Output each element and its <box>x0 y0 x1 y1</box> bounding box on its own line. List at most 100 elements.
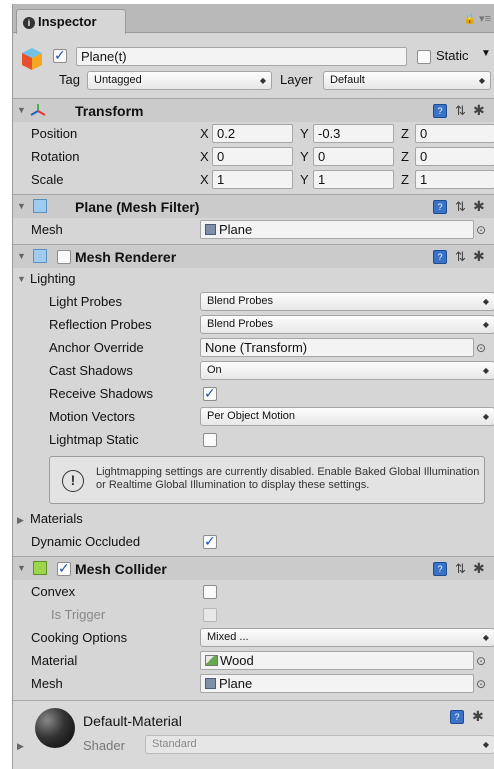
static-checkbox[interactable] <box>417 50 431 64</box>
tab-inspector[interactable]: i Inspector <box>16 9 126 34</box>
object-name-field[interactable]: Plane(t) <box>76 47 407 66</box>
collider-mesh-field[interactable]: Plane <box>200 674 474 693</box>
preset-icon[interactable]: ⇅ <box>455 561 466 577</box>
materials-foldout-icon[interactable]: ▶ <box>17 515 24 526</box>
transform-header[interactable]: ▼ Transform ? ⇅ ✱ <box>13 98 494 122</box>
rotation-x-label[interactable]: X <box>200 149 209 164</box>
is-trigger-checkbox <box>203 608 217 622</box>
mesh-renderer-foldout-icon[interactable]: ▼ <box>17 251 26 261</box>
anchor-override-field[interactable]: None (Transform) <box>200 338 474 357</box>
mesh-filter-icon <box>33 199 47 213</box>
tag-dropdown[interactable]: Untagged ◆ <box>87 71 272 90</box>
mesh-collider-header[interactable]: ▼ Mesh Collider ? ⇅ ✱ <box>13 556 494 580</box>
reflection-probes-dropdown[interactable]: Blend Probes ◆ <box>200 315 494 334</box>
mesh-collider-icon <box>33 561 47 575</box>
tab-inspector-label: Inspector <box>38 14 97 29</box>
gear-icon[interactable]: ✱ <box>472 708 484 725</box>
cube-icon <box>22 48 42 70</box>
tab-menu-icon[interactable]: 🔒 ▾≡ <box>464 12 491 25</box>
cooking-options-dropdown[interactable]: Mixed ... ◆ <box>200 628 494 647</box>
convex-checkbox[interactable] <box>203 585 217 599</box>
position-y-label[interactable]: Y <box>300 126 309 141</box>
dropdown-arrow-icon: ◆ <box>482 412 489 421</box>
position-z-label[interactable]: Z <box>401 126 409 141</box>
gear-icon[interactable]: ✱ <box>473 248 485 265</box>
dynamic-occluded-checkbox[interactable] <box>203 533 217 550</box>
scale-z-field[interactable]: 1 <box>415 170 494 189</box>
gear-icon[interactable]: ✱ <box>473 102 485 119</box>
rotation-x-field[interactable]: 0 <box>212 147 293 166</box>
scale-y-label[interactable]: Y <box>300 172 309 187</box>
object-picker-icon[interactable]: ⊙ <box>476 223 486 237</box>
lightmapping-info-text: Lightmapping settings are currently disa… <box>96 466 480 491</box>
layer-dropdown[interactable]: Default ◆ <box>323 71 491 90</box>
position-z-field[interactable]: 0 <box>415 124 494 143</box>
materials-label[interactable]: Materials <box>30 511 83 526</box>
preset-icon[interactable]: ⇅ <box>455 199 466 215</box>
lock-icon[interactable]: 🔒 <box>464 14 476 25</box>
help-book-icon[interactable]: ? <box>433 200 447 214</box>
mesh-collider-foldout-icon[interactable]: ▼ <box>17 563 26 573</box>
lighting-foldout-icon[interactable]: ▼ <box>17 274 26 284</box>
position-y-field[interactable]: -0.3 <box>313 124 394 143</box>
collider-material-field[interactable]: Wood <box>200 651 474 670</box>
light-probes-value: Blend Probes <box>207 295 274 307</box>
convex-label: Convex <box>31 584 76 599</box>
material-foldout-icon[interactable]: ▶ <box>17 741 24 752</box>
tag-value: Untagged <box>94 74 142 86</box>
scale-y-field[interactable]: 1 <box>313 170 394 189</box>
gear-icon[interactable]: ✱ <box>473 198 485 215</box>
mesh-renderer-enabled-checkbox[interactable] <box>57 250 71 264</box>
active-checkbox[interactable] <box>53 47 67 64</box>
material-name: Default-Material <box>83 713 182 729</box>
shader-value: Standard <box>152 738 197 750</box>
cast-shadows-dropdown[interactable]: On ◆ <box>200 361 494 380</box>
mesh-filter-header[interactable]: ▼ Plane (Mesh Filter) ? ⇅ ✱ <box>13 194 494 218</box>
lighting-label[interactable]: Lighting <box>30 271 76 286</box>
help-book-icon[interactable]: ? <box>450 710 464 724</box>
rotation-y-field[interactable]: 0 <box>313 147 394 166</box>
cooking-options-value: Mixed ... <box>207 631 249 643</box>
mesh-renderer-header[interactable]: ▼ Mesh Renderer ? ⇅ ✱ <box>13 244 494 268</box>
gear-icon[interactable]: ✱ <box>473 560 485 577</box>
help-book-icon[interactable]: ? <box>433 104 447 118</box>
shader-dropdown[interactable]: Standard ◆ <box>145 735 494 754</box>
receive-shadows-checkbox[interactable] <box>203 385 217 402</box>
light-probes-dropdown[interactable]: Blend Probes ◆ <box>200 292 494 311</box>
mesh-collider-enabled-checkbox[interactable] <box>57 560 71 577</box>
position-x-field[interactable]: 0.2 <box>212 124 293 143</box>
scale-x-field[interactable]: 1 <box>212 170 293 189</box>
tag-dropdown-arrow-icon: ◆ <box>259 76 266 85</box>
help-book-icon[interactable]: ? <box>433 250 447 264</box>
mesh-renderer-header-icons: ? ⇅ ✱ <box>433 248 489 265</box>
object-picker-icon[interactable]: ⊙ <box>476 341 486 355</box>
collider-material-label: Material <box>31 653 78 668</box>
dropdown-arrow-icon: ◆ <box>482 297 489 306</box>
transform-foldout-icon[interactable]: ▼ <box>17 105 26 115</box>
object-picker-icon[interactable]: ⊙ <box>476 677 486 691</box>
mesh-filter-foldout-icon[interactable]: ▼ <box>17 201 26 211</box>
help-book-icon[interactable]: ? <box>433 562 447 576</box>
lightmap-static-checkbox[interactable] <box>203 433 217 447</box>
mesh-filter-mesh-label: Mesh <box>31 222 63 237</box>
preset-icon[interactable]: ⇅ <box>455 103 466 119</box>
rotation-z-field[interactable]: 0 <box>415 147 494 166</box>
mesh-collider-title: Mesh Collider <box>75 561 167 577</box>
motion-vectors-label: Motion Vectors <box>49 409 135 424</box>
mesh-filter-header-icons: ? ⇅ ✱ <box>433 198 489 215</box>
preset-icon[interactable]: ⇅ <box>455 249 466 265</box>
mesh-collider-header-icons: ? ⇅ ✱ <box>433 560 489 577</box>
rotation-y-label[interactable]: Y <box>300 149 309 164</box>
position-x-label[interactable]: X <box>200 126 209 141</box>
mesh-renderer-title: Mesh Renderer <box>75 249 177 265</box>
scale-z-label[interactable]: Z <box>401 172 409 187</box>
rotation-z-label[interactable]: Z <box>401 149 409 164</box>
motion-vectors-dropdown[interactable]: Per Object Motion ◆ <box>200 407 494 426</box>
static-dropdown-arrow-icon[interactable]: ▼ <box>481 48 491 59</box>
scale-x-label[interactable]: X <box>200 172 209 187</box>
layer-value: Default <box>330 74 365 86</box>
mesh-filter-title: Plane (Mesh Filter) <box>75 199 200 215</box>
mesh-filter-mesh-field[interactable]: Plane <box>200 220 474 239</box>
position-label: Position <box>31 126 78 141</box>
object-picker-icon[interactable]: ⊙ <box>476 654 486 668</box>
